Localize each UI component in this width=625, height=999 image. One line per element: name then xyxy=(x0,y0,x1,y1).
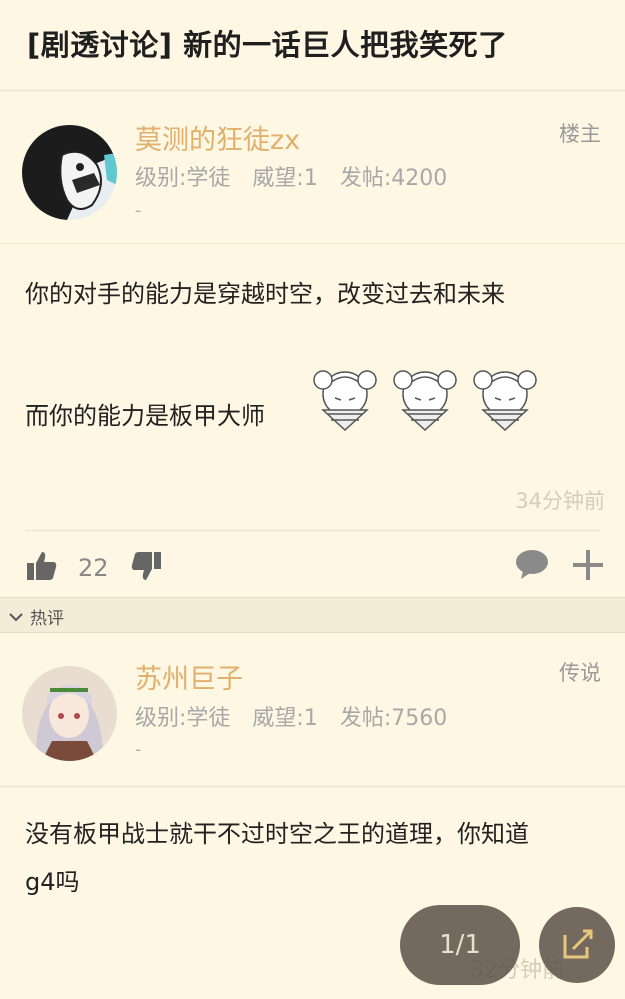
page-indicator-button[interactable]: 1/1 xyxy=(400,905,520,985)
divider xyxy=(25,530,600,531)
post-author-row: 莫测的狂徒zx 楼主 级别:学徒 威望:1 发帖:4200 - xyxy=(0,92,625,242)
thread-title: [剧透讨论] 新的一话巨人把我笑死了 xyxy=(27,28,508,62)
compose-button[interactable] xyxy=(539,907,615,983)
post-content-line: 没有板甲战士就干不过时空之王的道理，你知道 xyxy=(25,820,529,848)
section-label: 热评 xyxy=(30,609,64,629)
username[interactable]: 苏州巨子 xyxy=(135,657,243,696)
edit-icon xyxy=(563,929,593,959)
user-level: 级别:学徒 xyxy=(135,706,231,731)
thumbs-up-icon[interactable] xyxy=(26,550,58,586)
sticker-row xyxy=(305,358,545,434)
user-level: 级别:学徒 xyxy=(135,166,231,191)
user-prestige: 威望:1 xyxy=(252,166,318,191)
plus-icon[interactable] xyxy=(573,550,603,584)
user-signature: - xyxy=(135,739,142,760)
thread-header: [剧透讨论] 新的一话巨人把我笑死了 xyxy=(0,0,625,91)
user-post-count: 发帖:4200 xyxy=(339,166,448,191)
divider xyxy=(0,786,625,787)
sticker-icon xyxy=(473,370,537,432)
user-meta: 级别:学徒 威望:1 发帖:7560 xyxy=(135,700,469,732)
user-post-count: 发帖:7560 xyxy=(339,706,448,731)
username[interactable]: 莫测的狂徒zx xyxy=(135,118,300,157)
user-meta: 级别:学徒 威望:1 发帖:4200 xyxy=(135,160,469,192)
divider xyxy=(0,243,625,244)
chevron-down-icon[interactable] xyxy=(9,608,23,627)
user-badge: 传说 xyxy=(559,661,601,685)
sticker-icon xyxy=(313,370,377,432)
post-content-line: 你的对手的能力是穿越时空，改变过去和未来 xyxy=(25,280,505,308)
like-count: 22 xyxy=(78,554,109,582)
hot-comments-header[interactable]: 热评 xyxy=(0,597,625,633)
avatar[interactable] xyxy=(22,125,117,220)
post-action-bar: 22 xyxy=(0,530,625,596)
post-time: 34分钟前 xyxy=(515,489,605,513)
post-content-line: g4吗 xyxy=(25,868,80,896)
sticker-icon xyxy=(393,370,457,432)
post-author-row: 苏州巨子 传说 级别:学徒 威望:1 发帖:7560 - xyxy=(0,633,625,783)
user-signature: - xyxy=(135,200,142,221)
thumbs-down-icon[interactable] xyxy=(130,550,162,586)
user-prestige: 威望:1 xyxy=(252,706,318,731)
post-content-line: 而你的能力是板甲大师 xyxy=(25,402,265,430)
comment-bubble-icon[interactable] xyxy=(515,548,549,584)
op-badge: 楼主 xyxy=(559,122,601,146)
avatar[interactable] xyxy=(22,666,117,761)
